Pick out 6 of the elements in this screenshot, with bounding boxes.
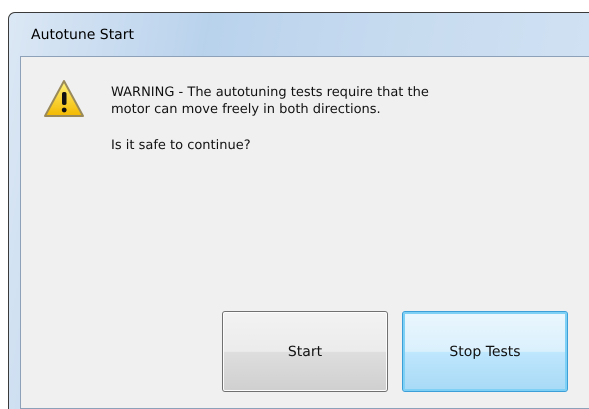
- question-text: Is it safe to continue?: [111, 137, 252, 154]
- warning-icon: [43, 79, 85, 119]
- window-title: Autotune Start: [31, 26, 134, 42]
- default-button[interactable]: Stop Tests: [402, 311, 568, 392]
- dialog-button[interactable]: Start: [222, 311, 388, 392]
- warning-message: WARNING - The autotuning tests require that the motor can move freely in both directions.: [111, 84, 430, 118]
